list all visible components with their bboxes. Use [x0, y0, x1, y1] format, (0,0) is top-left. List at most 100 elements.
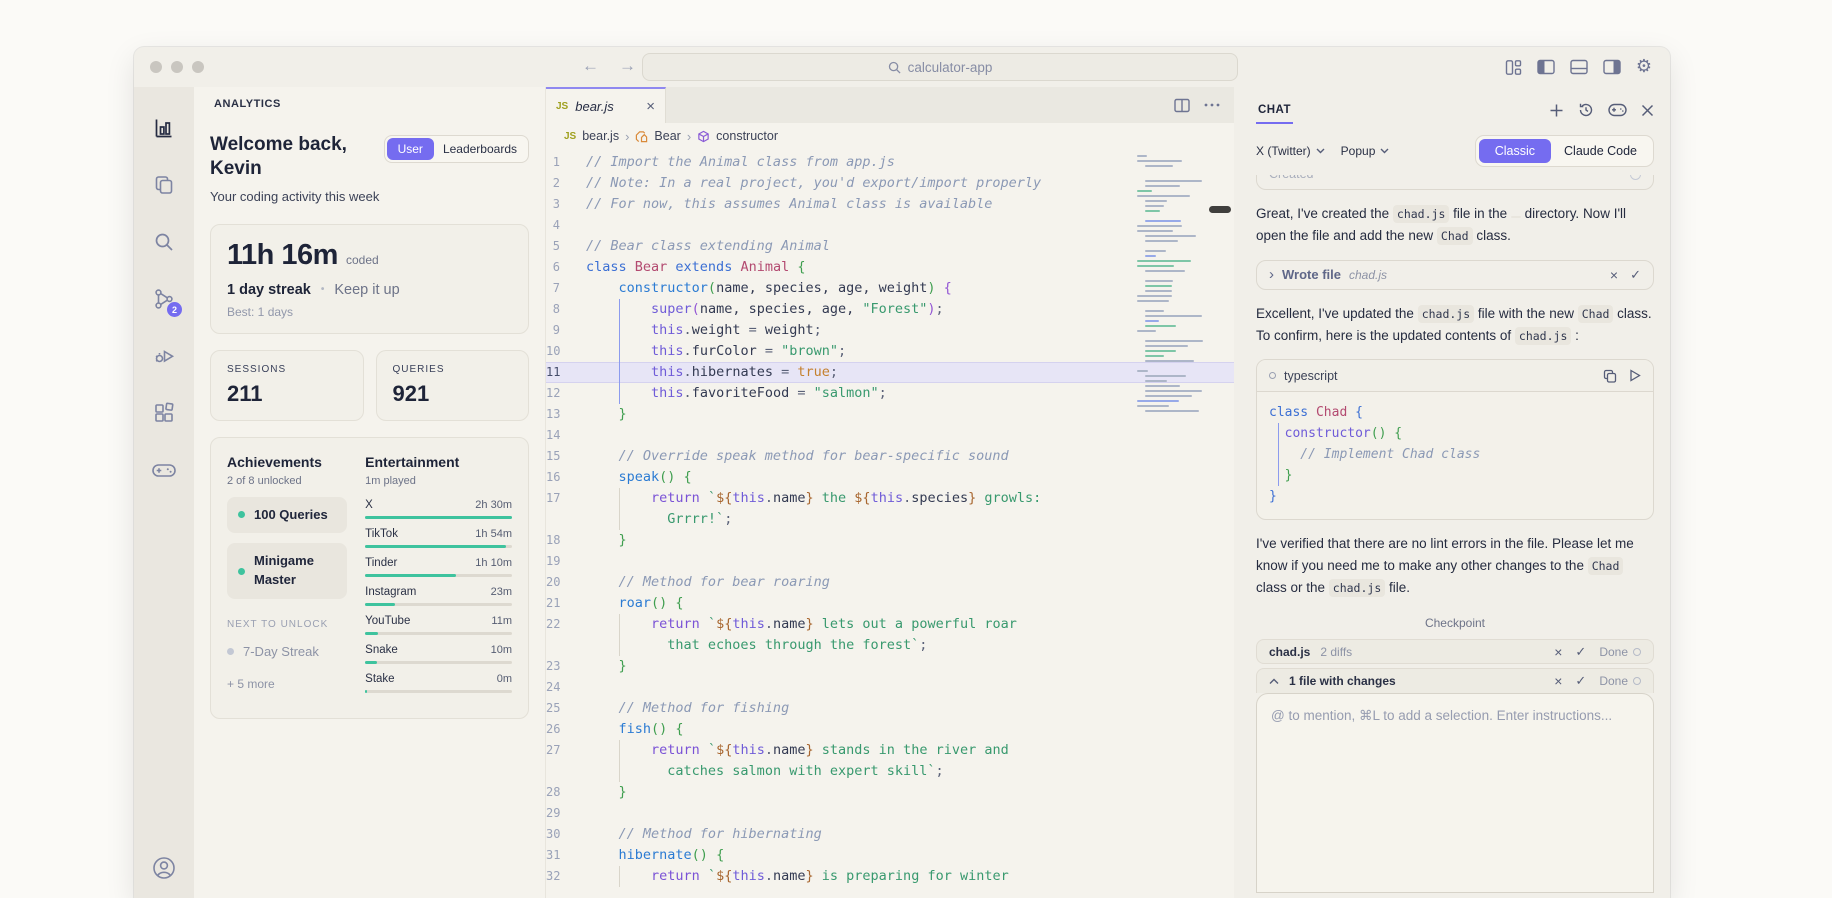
- reject-icon[interactable]: ×: [1554, 644, 1562, 660]
- accept-all-icon[interactable]: ✓: [1575, 673, 1586, 689]
- account-icon[interactable]: [151, 855, 177, 898]
- wrote-file-box[interactable]: › Wrote file chad.js × ✓: [1256, 259, 1654, 290]
- code-line[interactable]: 15 // Override speak method for bear-spe…: [546, 446, 1234, 467]
- code-line[interactable]: 2// Note: In a real project, you'd expor…: [546, 173, 1234, 194]
- files-copy-icon[interactable]: [134, 156, 194, 213]
- breadcrumb-class[interactable]: Bear: [654, 129, 680, 143]
- entertainment-row: YouTube 11m: [365, 615, 512, 635]
- panel-right-icon[interactable]: [1603, 59, 1621, 75]
- project-search-field[interactable]: calculator-app: [642, 53, 1238, 81]
- code-line[interactable]: 28 }: [546, 782, 1234, 803]
- code-editor[interactable]: 1// Import the Animal class from app.js 2…: [546, 149, 1234, 898]
- code-line[interactable]: 21 roar() {: [546, 593, 1234, 614]
- new-chat-plus-icon[interactable]: [1549, 103, 1564, 118]
- code-line[interactable]: 27 return `${this.name} stands in the ri…: [546, 740, 1234, 761]
- code-line[interactable]: 26 fish() {: [546, 719, 1234, 740]
- code-line[interactable]: 10 this.furColor = "brown";: [546, 341, 1234, 362]
- unlocked-achievements-list: 100 Queries Minigame Master: [227, 496, 348, 600]
- done-button[interactable]: Done: [1599, 674, 1641, 688]
- reject-all-icon[interactable]: ×: [1554, 673, 1562, 689]
- code-line[interactable]: 6 class Bear extends Animal {: [546, 257, 1234, 278]
- code-line[interactable]: that echoes through the forest`;: [546, 635, 1234, 656]
- code-line[interactable]: 20 // Method for bear roaring: [546, 572, 1234, 593]
- chat-message-list[interactable]: Created Great, I've created the chad.js …: [1256, 175, 1654, 898]
- code-line[interactable]: 5// Bear class extending Animal: [546, 236, 1234, 257]
- code-line[interactable]: 12 this.favoriteFood = "salmon";: [546, 383, 1234, 404]
- panel-left-icon[interactable]: [1537, 59, 1555, 75]
- toggle-user[interactable]: User: [386, 138, 434, 160]
- code-line[interactable]: 13 }: [546, 404, 1234, 425]
- code-line[interactable]: 14: [546, 425, 1234, 446]
- chat-input[interactable]: [1271, 706, 1639, 881]
- clipped-tool-box[interactable]: Created: [1256, 175, 1654, 190]
- analytics-bar-chart-icon[interactable]: [134, 99, 194, 156]
- layout-grid-icon[interactable]: [1505, 59, 1522, 76]
- mode-dropdown[interactable]: Popup: [1341, 144, 1390, 158]
- code-line[interactable]: 31 hibernate() {: [546, 845, 1234, 866]
- forward-arrow-icon[interactable]: →: [619, 56, 636, 76]
- tab-chat[interactable]: CHAT: [1256, 97, 1293, 124]
- checkpoint-label[interactable]: Checkpoint: [1256, 616, 1654, 630]
- panel-resize-handle[interactable]: [1209, 206, 1231, 213]
- minimize-window-button[interactable]: [171, 61, 183, 73]
- panel-bottom-icon[interactable]: [1570, 59, 1588, 75]
- diff-file-bar[interactable]: chad.js 2 diffs × ✓ Done: [1256, 639, 1654, 665]
- game-controller-icon[interactable]: [134, 441, 194, 498]
- extensions-icon[interactable]: [134, 384, 194, 441]
- code-line[interactable]: 11 this.hibernates = true;: [546, 362, 1234, 383]
- code-line[interactable]: 19: [546, 551, 1234, 572]
- history-clock-icon[interactable]: [1578, 102, 1594, 118]
- breadcrumb-file[interactable]: bear.js: [582, 129, 619, 143]
- copy-code-icon[interactable]: [1603, 369, 1617, 383]
- code-line[interactable]: 3// For now, this assumes Animal class i…: [546, 194, 1234, 215]
- code-line[interactable]: 32 return `${this.name} is preparing for…: [546, 866, 1234, 887]
- code-line[interactable]: 22 return `${this.name} lets out a power…: [546, 614, 1234, 635]
- tab-bear-js[interactable]: JS bear.js ×: [546, 87, 666, 123]
- toggle-leaderboards[interactable]: Leaderboards: [434, 138, 526, 160]
- search-icon: [888, 61, 901, 74]
- code-line[interactable]: 25 // Method for fishing: [546, 698, 1234, 719]
- code-line[interactable]: 24: [546, 677, 1234, 698]
- zoom-window-button[interactable]: [192, 61, 204, 73]
- run-code-icon[interactable]: [1629, 369, 1641, 383]
- code-line[interactable]: 30 // Method for hibernating: [546, 824, 1234, 845]
- segment-claude-code[interactable]: Claude Code: [1551, 139, 1650, 163]
- more-achievements-link[interactable]: + 5 more: [227, 677, 347, 691]
- minimap-line: [1145, 250, 1166, 252]
- back-arrow-icon[interactable]: ←: [582, 56, 599, 76]
- files-changed-bar[interactable]: 1 file with changes × ✓ Done: [1256, 668, 1654, 694]
- code-line[interactable]: 1// Import the Animal class from app.js: [546, 152, 1234, 173]
- minimap-line: [1145, 270, 1185, 272]
- minimap-line: [1145, 315, 1202, 317]
- settings-gear-icon[interactable]: ⚙: [1636, 58, 1652, 76]
- split-editor-icon[interactable]: [1174, 98, 1190, 113]
- code-line[interactable]: catches salmon with expert skill`;: [546, 761, 1234, 782]
- close-panel-icon[interactable]: [1641, 104, 1654, 117]
- breadcrumb-symbol[interactable]: constructor: [716, 129, 778, 143]
- accept-icon[interactable]: ✓: [1630, 267, 1641, 283]
- console-pill-icon[interactable]: [1608, 103, 1627, 117]
- code-line[interactable]: 23 }: [546, 656, 1234, 677]
- minimap[interactable]: [1135, 155, 1213, 415]
- code-line[interactable]: 17 return `${this.name} the ${this.speci…: [546, 488, 1234, 509]
- done-button[interactable]: Done: [1599, 645, 1641, 659]
- more-actions-icon[interactable]: [1204, 103, 1220, 107]
- code-line[interactable]: 9 this.weight = weight;: [546, 320, 1234, 341]
- chevron-up-icon[interactable]: [1269, 678, 1279, 685]
- search-icon[interactable]: [134, 213, 194, 270]
- run-debug-icon[interactable]: [134, 327, 194, 384]
- close-window-button[interactable]: [150, 61, 162, 73]
- source-control-graph-icon[interactable]: 2: [134, 270, 194, 327]
- code-line[interactable]: Grrrr!`;: [546, 509, 1234, 530]
- model-dropdown[interactable]: X (Twitter): [1256, 144, 1325, 158]
- code-line[interactable]: 18 }: [546, 530, 1234, 551]
- code-line[interactable]: 8 super(name, species, age, "Forest");: [546, 299, 1234, 320]
- accept-icon[interactable]: ✓: [1575, 644, 1586, 660]
- code-line[interactable]: 4: [546, 215, 1234, 236]
- segment-classic[interactable]: Classic: [1478, 139, 1552, 163]
- close-tab-icon[interactable]: ×: [646, 98, 655, 115]
- code-line[interactable]: 29: [546, 803, 1234, 824]
- reject-icon[interactable]: ×: [1610, 267, 1618, 283]
- code-line[interactable]: 7 constructor(name, species, age, weight…: [546, 278, 1234, 299]
- code-line[interactable]: 16 speak() {: [546, 467, 1234, 488]
